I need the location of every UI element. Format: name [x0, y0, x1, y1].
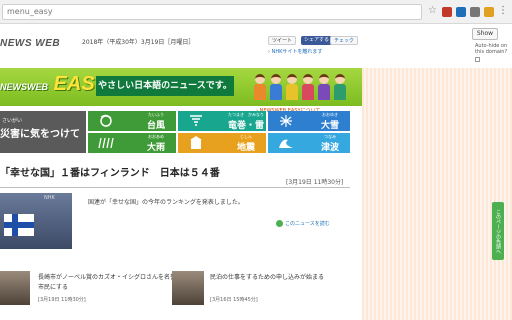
tile-heavy-rain[interactable]: おおあめ 大雨: [88, 133, 176, 153]
article-lead: 国連が「幸せな国」の今年のランキングを発表しました。: [88, 199, 244, 206]
rain-icon: [98, 137, 114, 149]
earthquake-icon: [190, 136, 202, 149]
tile-tornado-thunder[interactable]: たつまき かみなり 竜巻・雷: [178, 111, 266, 131]
news-thumbnail[interactable]: [172, 271, 204, 305]
character-illustration: [286, 74, 298, 102]
tile-typhoon[interactable]: たいふう 台風: [88, 111, 176, 131]
site-logo[interactable]: NEWS WEB: [0, 38, 60, 49]
right-sidebar-background: [362, 68, 512, 320]
finland-flag-image: [4, 214, 34, 236]
thumbnail-caption: NHK: [44, 195, 55, 201]
read-more-link[interactable]: このニュースを読む: [276, 220, 330, 227]
typhoon-icon: [100, 114, 112, 127]
character-illustration: [334, 74, 346, 102]
page-date: 2018年（平成30年）3月19日［月曜日］: [82, 39, 195, 46]
easy-banner: NEWSWEB EASY やさしい日本語のニュースです。: [0, 68, 362, 106]
easy-logo-prefix: NEWSWEB: [0, 82, 48, 92]
news-date: [3月19日 11時30分]: [38, 297, 86, 303]
facebook-share-button[interactable]: シェアする: [301, 36, 333, 45]
tile-earthquake[interactable]: じしん 地震: [178, 133, 266, 153]
tsunami-icon: [279, 139, 293, 148]
easy-logo[interactable]: NEWSWEB EASY: [0, 73, 108, 96]
divider: [0, 187, 350, 188]
tweet-button[interactable]: ツイート: [268, 36, 297, 45]
news-title[interactable]: 長崎市がノーベル賞のカズオ・イシグロさんを名誉市民にする: [38, 273, 180, 293]
extension-icon[interactable]: [442, 7, 452, 17]
tile-label: 台風: [146, 121, 165, 131]
browser-menu-icon[interactable]: ⋮: [498, 5, 508, 16]
extension-icon[interactable]: [456, 7, 466, 17]
article-date: [3月19日 11時30分]: [286, 179, 344, 186]
extension-icon[interactable]: [484, 7, 494, 17]
extension-icon[interactable]: [470, 7, 480, 17]
tile-heavy-snow[interactable]: おおゆき 大雪: [268, 111, 350, 131]
autohide-option[interactable]: Auto-hide on this domain?: [475, 43, 509, 64]
article-headline[interactable]: 「幸せな国」１番はフィンランド 日本は５４番: [0, 164, 220, 179]
tile-label: 大雪: [320, 121, 339, 131]
banner-subtitle: やさしい日本語のニュースです。: [96, 76, 234, 96]
character-illustration: [254, 74, 266, 102]
character-illustration: [270, 74, 282, 102]
tile-label: 大雨: [146, 143, 165, 153]
mascot-characters: [252, 70, 360, 104]
disaster-ruby: さいがい: [2, 118, 23, 124]
tile-label: 竜巻・雷: [227, 121, 264, 131]
show-button[interactable]: Show: [472, 28, 498, 40]
address-bar[interactable]: menu_easy: [2, 4, 422, 20]
disaster-title: 災害に気をつけて: [0, 129, 80, 140]
autohide-checkbox[interactable]: [475, 57, 480, 62]
read-more-label: このニュースを読む: [285, 221, 330, 227]
bookmark-star-icon[interactable]: ☆: [428, 5, 437, 16]
back-to-top-tab[interactable]: このページの先頭へ: [492, 202, 504, 260]
tile-label: 津波: [320, 143, 339, 153]
news-date: [3月16日 15時45分]: [210, 297, 258, 303]
nhk-site-link[interactable]: › NHKサイトを離れます: [268, 48, 322, 55]
list-item[interactable]: 長崎市がノーベル賞のカズオ・イシグロさんを名誉市民にする [3月19日 11時3…: [0, 271, 180, 319]
character-illustration: [302, 74, 314, 102]
browser-toolbar: menu_easy ☆ ⋮: [0, 0, 512, 24]
news-title[interactable]: 民泊の仕事をするための申し込みが始まる: [210, 273, 352, 283]
tornado-icon: [190, 115, 202, 126]
tile-tsunami[interactable]: つなみ 津波: [268, 133, 350, 153]
autohide-label: Auto-hide on this domain?: [475, 43, 508, 55]
snow-icon: [280, 115, 292, 127]
hatena-check-button[interactable]: チェック: [330, 36, 359, 45]
arrow-circle-icon: [276, 220, 283, 227]
news-thumbnail[interactable]: [0, 271, 30, 305]
character-illustration: [318, 74, 330, 102]
tile-label: 地震: [236, 143, 255, 153]
list-item[interactable]: 民泊の仕事をするための申し込みが始まる [3月16日 15時45分]: [172, 271, 352, 319]
